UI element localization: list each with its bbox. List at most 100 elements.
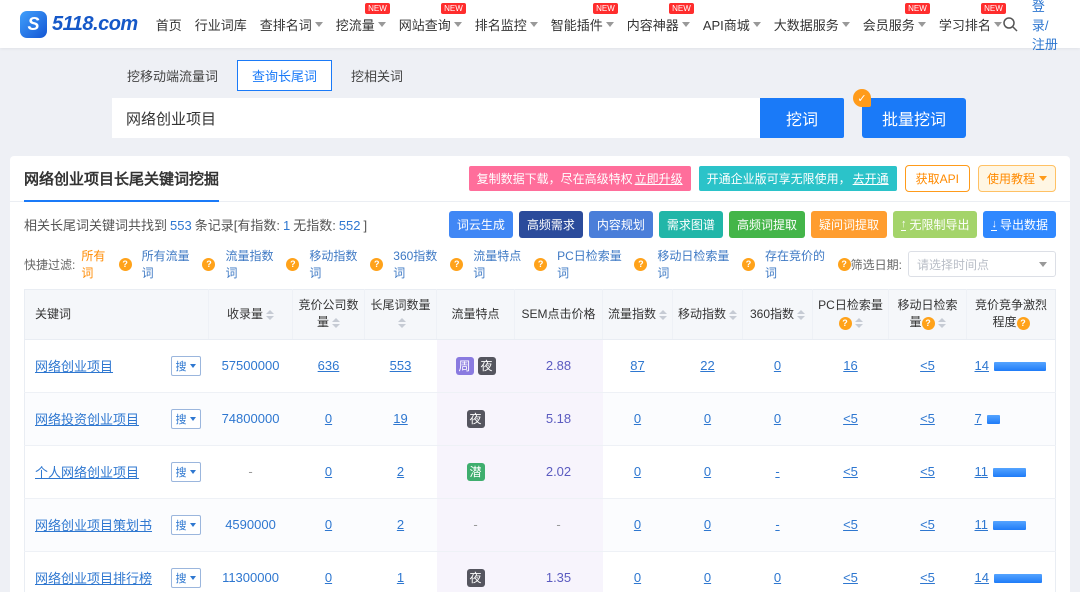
- column-header[interactable]: PC日检索量?: [813, 290, 889, 340]
- keyword-search-input[interactable]: [112, 98, 760, 138]
- nav-item[interactable]: 排名监控: [475, 15, 538, 34]
- help-icon[interactable]: ?: [742, 258, 755, 271]
- help-icon[interactable]: ?: [922, 317, 935, 330]
- cell-link[interactable]: 0: [634, 464, 641, 479]
- cell-link[interactable]: 1: [397, 570, 404, 585]
- tool-button[interactable]: 疑问词提取: [811, 211, 887, 238]
- column-header[interactable]: 移动指数: [673, 290, 743, 340]
- get-api-button[interactable]: 获取API: [905, 165, 970, 192]
- cell-link[interactable]: 0: [325, 517, 332, 532]
- cell-link[interactable]: -: [775, 517, 779, 532]
- upgrade-link[interactable]: 立即升级: [635, 170, 683, 187]
- cell-link[interactable]: 2: [397, 464, 404, 479]
- cell-link[interactable]: 11: [975, 464, 989, 479]
- cell-link[interactable]: 636: [318, 358, 340, 373]
- help-icon[interactable]: ?: [450, 258, 463, 271]
- column-header[interactable]: 移动日检索量?: [889, 290, 967, 340]
- help-icon[interactable]: ?: [286, 258, 299, 271]
- filter-link[interactable]: 流量指数词: [225, 247, 284, 281]
- help-icon[interactable]: ?: [534, 258, 547, 271]
- cell-link[interactable]: <5: [920, 570, 935, 585]
- column-header[interactable]: 长尾词数量: [365, 290, 437, 340]
- column-header[interactable]: 流量指数: [603, 290, 673, 340]
- dig-words-button[interactable]: 挖词: [760, 98, 844, 138]
- cell-link[interactable]: 14: [975, 358, 989, 373]
- nav-item[interactable]: 网站查询 NEW: [399, 15, 462, 34]
- cell-link[interactable]: 0: [634, 517, 641, 532]
- cell-link[interactable]: 0: [325, 464, 332, 479]
- filter-link[interactable]: 移动日检索量词: [657, 247, 740, 281]
- help-icon[interactable]: ?: [370, 258, 383, 271]
- column-header[interactable]: 360指数: [743, 290, 813, 340]
- cell-link[interactable]: 0: [634, 570, 641, 585]
- nav-item[interactable]: 内容神器 NEW: [627, 15, 690, 34]
- sort-icon[interactable]: [855, 318, 863, 328]
- column-header[interactable]: 收录量: [209, 290, 293, 340]
- batch-dig-button[interactable]: 批量挖词: [862, 98, 966, 138]
- keyword-link[interactable]: 网络创业项目: [35, 359, 113, 374]
- keyword-link[interactable]: 网络投资创业项目: [35, 412, 139, 427]
- tutorial-button[interactable]: 使用教程: [978, 165, 1056, 192]
- help-icon[interactable]: ?: [838, 258, 851, 271]
- nav-item[interactable]: 学习排名 NEW: [939, 15, 1002, 34]
- upgrade-promo-banner[interactable]: 复制数据下载，尽在高级特权 立即升级: [469, 166, 691, 191]
- keyword-search-button[interactable]: 搜: [171, 409, 201, 429]
- search-tab[interactable]: 挖相关词: [336, 60, 418, 91]
- sort-icon[interactable]: [659, 310, 667, 320]
- cell-link[interactable]: <5: [920, 358, 935, 373]
- help-icon[interactable]: ?: [839, 317, 852, 330]
- cell-link[interactable]: <5: [843, 517, 858, 532]
- cell-link[interactable]: 0: [325, 570, 332, 585]
- search-icon[interactable]: [1002, 16, 1018, 32]
- column-header[interactable]: 竞价公司数量: [293, 290, 365, 340]
- cell-link[interactable]: 14: [975, 570, 989, 585]
- help-icon[interactable]: ?: [119, 258, 132, 271]
- sort-icon[interactable]: [797, 310, 805, 320]
- nav-item[interactable]: 挖流量 NEW: [336, 15, 386, 34]
- nav-item[interactable]: 智能插件 NEW: [551, 15, 614, 34]
- tool-button[interactable]: ↓ 导出数据: [983, 211, 1056, 238]
- nav-item[interactable]: 首页: [156, 15, 182, 34]
- cell-link[interactable]: 0: [774, 570, 781, 585]
- login-register-link[interactable]: 登录/注册: [1032, 0, 1060, 53]
- sort-icon[interactable]: [266, 310, 274, 320]
- search-tab[interactable]: 挖移动端流量词: [112, 60, 233, 91]
- cell-link[interactable]: 0: [704, 411, 711, 426]
- nav-item[interactable]: 行业词库: [195, 15, 247, 34]
- cell-link[interactable]: <5: [920, 517, 935, 532]
- keyword-link[interactable]: 网络创业项目策划书: [35, 518, 152, 533]
- keyword-search-button[interactable]: 搜: [171, 515, 201, 535]
- filter-link[interactable]: PC日检索量词: [557, 247, 632, 281]
- help-icon[interactable]: ?: [634, 258, 647, 271]
- date-select[interactable]: 请选择时间点: [908, 251, 1056, 277]
- cell-link[interactable]: <5: [920, 464, 935, 479]
- cell-link[interactable]: 16: [843, 358, 857, 373]
- nav-item[interactable]: 会员服务 NEW: [863, 15, 926, 34]
- sort-icon[interactable]: [332, 318, 340, 328]
- cell-link[interactable]: 19: [393, 411, 407, 426]
- cell-link[interactable]: 0: [774, 358, 781, 373]
- keyword-search-button[interactable]: 搜: [171, 568, 201, 588]
- keyword-search-button[interactable]: 搜: [171, 462, 201, 482]
- search-tab[interactable]: 查询长尾词: [237, 60, 332, 91]
- help-icon[interactable]: ?: [1017, 317, 1030, 330]
- cell-link[interactable]: 0: [704, 517, 711, 532]
- tool-button[interactable]: ↑ 无限制导出: [893, 211, 978, 238]
- enterprise-promo-banner[interactable]: 开通企业版可享无限使用， 去开通: [699, 166, 897, 191]
- sort-icon[interactable]: [398, 318, 406, 328]
- cell-link[interactable]: 0: [325, 411, 332, 426]
- tool-button[interactable]: 需求图谱: [659, 211, 723, 238]
- tool-button[interactable]: 内容规划: [589, 211, 653, 238]
- keyword-link[interactable]: 个人网络创业项目: [35, 465, 139, 480]
- tool-button[interactable]: 词云生成: [449, 211, 513, 238]
- cell-link[interactable]: 0: [774, 411, 781, 426]
- cell-link[interactable]: 7: [975, 411, 982, 426]
- filter-link[interactable]: 流量特点词: [473, 247, 532, 281]
- cell-link[interactable]: 553: [390, 358, 412, 373]
- sort-icon[interactable]: [938, 318, 946, 328]
- filter-link[interactable]: 360指数词: [393, 247, 448, 281]
- filter-link[interactable]: 所有流量词: [142, 247, 201, 281]
- cell-link[interactable]: <5: [843, 411, 858, 426]
- filter-link[interactable]: 存在竞价的词: [765, 247, 836, 281]
- cell-link[interactable]: 87: [630, 358, 644, 373]
